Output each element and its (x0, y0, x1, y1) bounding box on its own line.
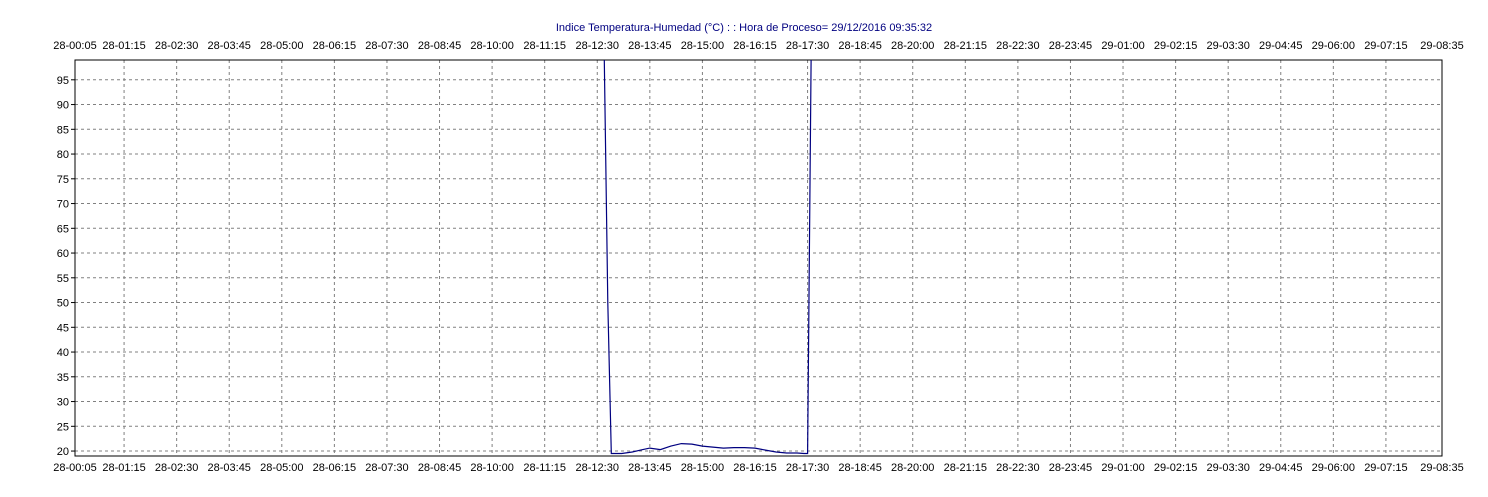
grid-layer (75, 60, 1442, 456)
y-tick-label: 40 (57, 347, 69, 359)
y-tick-label: 35 (57, 372, 69, 384)
y-tick-label: 45 (57, 322, 69, 334)
x-tick-label-bottom: 29-01:00 (1101, 462, 1144, 474)
x-tick-label-bottom: 28-02:30 (155, 462, 198, 474)
y-tick-label: 80 (57, 149, 69, 161)
x-tick-label-top: 28-00:05 (53, 40, 96, 52)
x-axis-top: 28-00:05 28-01:15 28-02:30 28-03:45 28-05:00… (53, 40, 1463, 52)
series-line (603, 59, 812, 455)
x-tick-label-bottom: 28-05:00 (260, 462, 303, 474)
x-tick-label-bottom: 28-21:15 (944, 462, 987, 474)
x-tick-label-bottom: 28-13:45 (628, 462, 671, 474)
x-tick-label-bottom: 29-04:45 (1259, 462, 1302, 474)
x-tick-label-top: 28-22:30 (996, 40, 1039, 52)
x-tick-label-bottom: 29-06:00 (1312, 462, 1355, 474)
x-tick-label-bottom: 28-10:00 (470, 462, 513, 474)
y-tick-label: 60 (57, 248, 69, 260)
x-tick-label-bottom: 28-01:15 (102, 462, 145, 474)
x-tick-label-top: 28-11:15 (523, 40, 566, 52)
x-tick-label-bottom: 28-12:30 (576, 462, 619, 474)
y-tick-label: 20 (57, 446, 69, 458)
y-tick-label: 25 (57, 421, 69, 433)
chart-title: Indice Temperatura-Humedad (°C) : : Hora… (556, 22, 932, 34)
y-tick-label: 55 (57, 273, 69, 285)
x-tick-label-top: 28-18:45 (838, 40, 881, 52)
series-layer (603, 59, 812, 455)
x-tick-label-top: 28-20:00 (891, 40, 934, 52)
y-tick-label: 65 (57, 223, 69, 235)
x-tick-label-top: 28-15:00 (681, 40, 724, 52)
x-tick-label-top: 28-03:45 (208, 40, 251, 52)
x-tick-label-top: 28-21:15 (944, 40, 987, 52)
x-tick-label-bottom: 28-08:45 (418, 462, 461, 474)
x-tick-label-bottom: 28-06:15 (313, 462, 356, 474)
x-tick-label-top: 28-13:45 (628, 40, 671, 52)
x-tick-label-top: 28-02:30 (155, 40, 198, 52)
y-tick-label: 50 (57, 298, 69, 310)
x-tick-label-top: 28-07:30 (365, 40, 408, 52)
y-tick-label: 30 (57, 397, 69, 409)
x-tick-label-top: 29-03:30 (1206, 40, 1249, 52)
x-tick-label-bottom: 29-07:15 (1364, 462, 1407, 474)
x-tick-label-top: 28-10:00 (470, 40, 513, 52)
x-tick-label-bottom: 29-02:15 (1154, 462, 1197, 474)
x-tick-label-top: 28-08:45 (418, 40, 461, 52)
x-tick-label-top: 28-12:30 (576, 40, 619, 52)
y-tick-label: 95 (57, 75, 69, 87)
x-tick-label-top: 29-04:45 (1259, 40, 1302, 52)
x-tick-label-bottom: 28-15:00 (681, 462, 724, 474)
x-axis-bottom: 28-00:05 28-01:15 28-02:30 28-03:45 28-05:00… (53, 462, 1463, 474)
x-tick-label-top: 28-01:15 (102, 40, 145, 52)
x-tick-label-top: 29-07:15 (1364, 40, 1407, 52)
y-tick-label: 75 (57, 174, 69, 186)
x-tick-label-bottom: 29-08:35 (1420, 462, 1463, 474)
x-tick-label-bottom: 28-17:30 (786, 462, 829, 474)
x-tick-label-top: 28-05:00 (260, 40, 303, 52)
x-tick-label-top: 29-01:00 (1101, 40, 1144, 52)
chart: Indice Temperatura-Humedad (°C) : : Hora… (53, 22, 1463, 474)
x-tick-label-top: 28-16:15 (733, 40, 776, 52)
y-tick-label: 70 (57, 199, 69, 211)
y-tick-label: 85 (57, 124, 69, 136)
y-axis: 20 25 30 35 40 45 50 55 60 65 70 75 80 85 90 95 (57, 75, 75, 458)
x-tick-label-top: 29-02:15 (1154, 40, 1197, 52)
x-tick-label-bottom: 28-22:30 (996, 462, 1039, 474)
x-tick-label-bottom: 28-16:15 (733, 462, 776, 474)
x-tick-label-top: 28-06:15 (313, 40, 356, 52)
x-tick-label-bottom: 28-03:45 (208, 462, 251, 474)
x-tick-label-top: 28-23:45 (1049, 40, 1092, 52)
x-tick-label-bottom: 28-11:15 (523, 462, 566, 474)
x-tick-label-bottom: 28-07:30 (365, 462, 408, 474)
x-tick-label-bottom: 28-20:00 (891, 462, 934, 474)
x-tick-label-top: 29-08:35 (1420, 40, 1463, 52)
x-tick-label-bottom: 28-23:45 (1049, 462, 1092, 474)
plot-frame (74, 59, 1443, 457)
x-tick-label-bottom: 28-18:45 (838, 462, 881, 474)
x-tick-label-bottom: 29-03:30 (1206, 462, 1249, 474)
y-tick-label: 90 (57, 100, 69, 112)
x-tick-label-bottom: 28-00:05 (53, 462, 96, 474)
x-tick-label-top: 28-17:30 (786, 40, 829, 52)
x-tick-label-top: 29-06:00 (1312, 40, 1355, 52)
